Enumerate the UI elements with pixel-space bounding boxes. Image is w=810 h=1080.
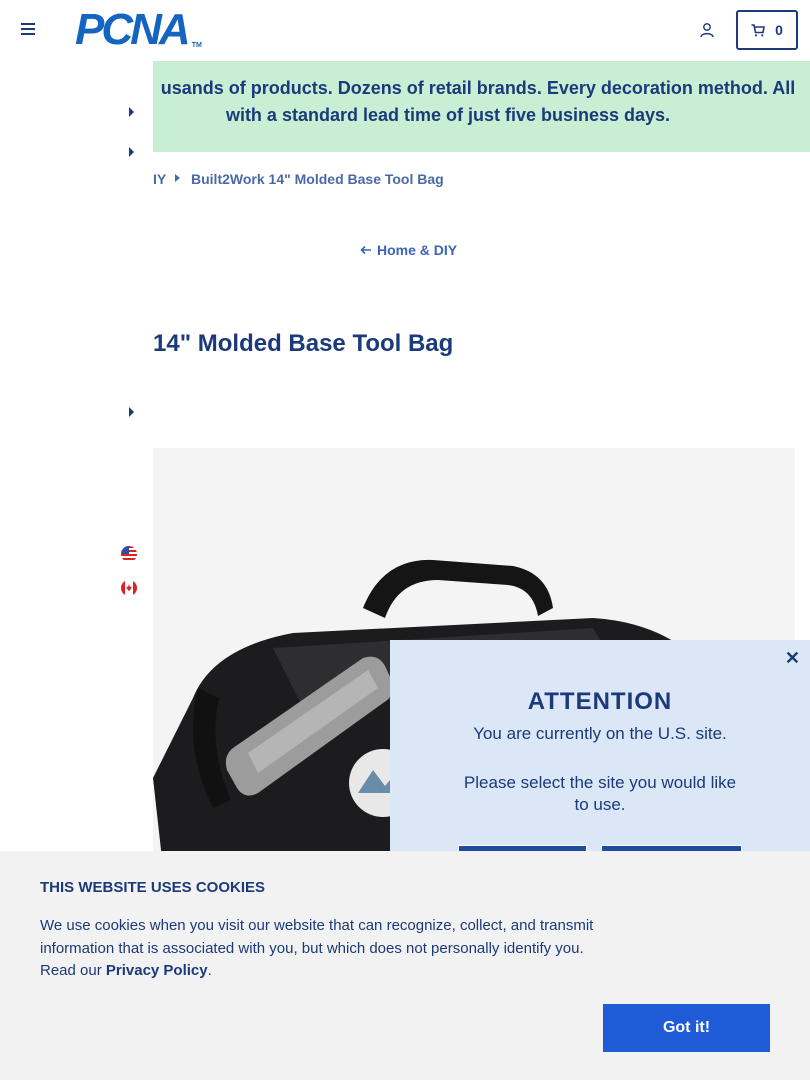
site-header: PCNA TM 0 (0, 0, 810, 61)
pcna-logo[interactable]: PCNA TM (75, 5, 202, 54)
breadcrumb-current: Built2Work 14" Molded Base Tool Bag (191, 171, 444, 187)
promo-banner: usands of products. Dozens of retail bra… (153, 61, 810, 152)
cookie-banner: THIS WEBSITE USES COOKIES We use cookies… (0, 851, 810, 1080)
got-it-button[interactable]: Got it! (603, 1004, 770, 1052)
page: PCNA TM 0 usands of products. Dozens of … (0, 0, 810, 1080)
cart-button[interactable]: 0 (736, 10, 798, 50)
breadcrumb-parent[interactable]: IY (153, 171, 166, 187)
arrow-left-icon (360, 245, 371, 255)
side-nav-arrow[interactable] (129, 147, 134, 157)
modal-prompt: Please select the site you would like to… (463, 773, 737, 814)
close-icon[interactable]: ✕ (785, 648, 800, 669)
modal-heading: ATTENTION (527, 688, 673, 715)
canada-flag-icon[interactable] (121, 580, 137, 596)
promo-line-1: usands of products. Dozens of retail bra… (160, 78, 796, 98)
breadcrumb-separator-icon (175, 174, 180, 182)
back-link-label: Home & DIY (377, 242, 458, 258)
product-title: 14" Molded Base Tool Bag (153, 330, 454, 357)
cart-icon (751, 23, 766, 36)
site-selection-modal: ✕ ATTENTION You are currently on the U.S… (390, 640, 810, 881)
cookie-period: . (207, 962, 212, 979)
side-nav-arrow[interactable] (129, 107, 134, 117)
privacy-policy-link[interactable]: Privacy Policy (106, 962, 208, 979)
cookie-text: We use cookies when you visit our websit… (40, 915, 600, 983)
promo-line-2: with a standard lead time of just five b… (225, 105, 671, 125)
menu-icon[interactable] (21, 23, 35, 35)
side-nav-arrow[interactable] (129, 407, 134, 417)
account-icon[interactable] (699, 22, 715, 38)
promo-banner-text: usands of products. Dozens of retail bra… (153, 75, 798, 129)
cart-count: 0 (775, 22, 783, 38)
back-link[interactable]: Home & DIY (360, 242, 457, 258)
logo-trademark: TM (191, 42, 202, 49)
us-flag-icon[interactable] (121, 546, 137, 562)
logo-text: PCNA (75, 5, 191, 54)
modal-message: You are currently on the U.S. site. (473, 724, 727, 743)
cookie-heading: THIS WEBSITE USES COOKIES (40, 879, 266, 896)
